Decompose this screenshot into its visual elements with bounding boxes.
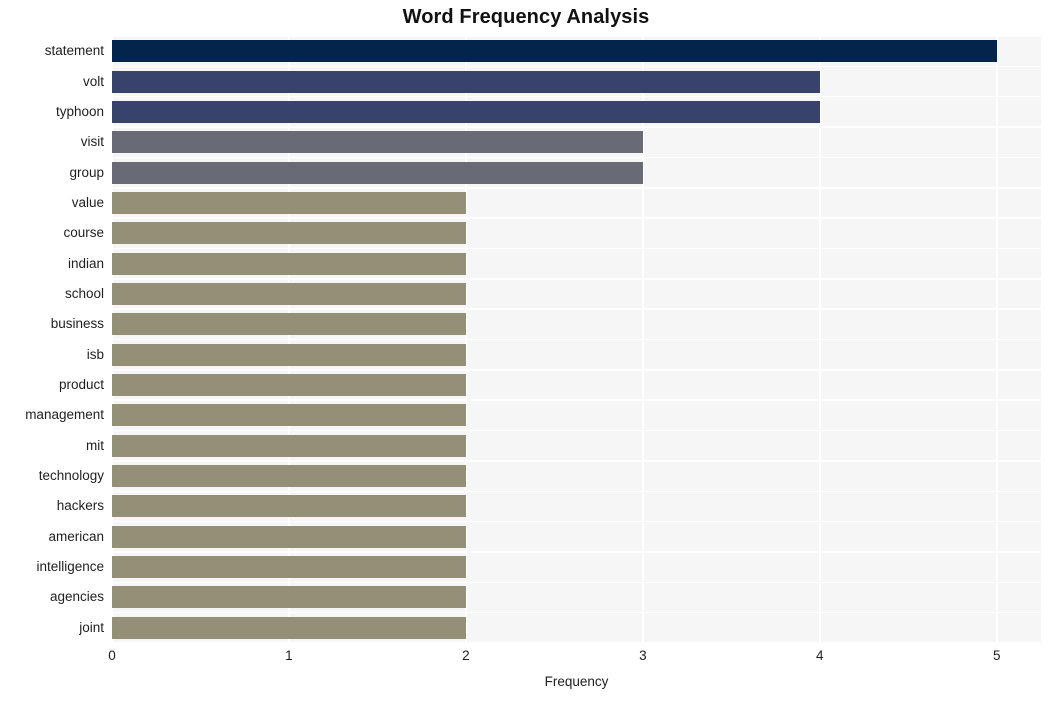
gridline-horizontal	[112, 338, 1041, 341]
bar-group[interactable]	[112, 161, 643, 184]
y-tick-label-intelligence: intelligence	[36, 559, 104, 575]
bar-isb[interactable]	[112, 343, 466, 366]
bar-school[interactable]	[112, 282, 466, 305]
bar-volt[interactable]	[112, 70, 820, 93]
plot-area	[112, 36, 1041, 643]
gridline-horizontal	[112, 551, 1041, 553]
gridline-horizontal	[112, 156, 1041, 159]
gridline-horizontal	[112, 490, 1041, 492]
gridline-horizontal	[112, 247, 1041, 250]
x-tick-label-5: 5	[992, 648, 1001, 663]
y-tick-label-school: school	[64, 285, 104, 301]
gridline-horizontal	[112, 95, 1041, 98]
gridline-horizontal	[112, 126, 1041, 128]
bar-indian[interactable]	[112, 252, 466, 275]
bar-joint[interactable]	[112, 616, 466, 639]
gridline-horizontal	[112, 520, 1041, 523]
y-tick-label-volt: volt	[82, 73, 104, 89]
y-tick-label-mit: mit	[86, 437, 104, 453]
bar-value[interactable]	[112, 191, 466, 214]
gridline-horizontal	[112, 611, 1041, 614]
y-tick-label-management: management	[25, 407, 104, 423]
gridline-horizontal	[112, 460, 1041, 462]
bar-course[interactable]	[112, 222, 466, 245]
gridline-horizontal	[112, 217, 1041, 219]
bar-visit[interactable]	[112, 131, 643, 154]
x-tick-label-3: 3	[639, 648, 647, 663]
y-tick-label-typhoon: typhoon	[55, 103, 104, 119]
gridline-horizontal	[112, 65, 1041, 68]
y-tick-label-american: american	[48, 528, 104, 544]
x-axis-title: Frequency	[544, 674, 609, 689]
y-tick-label-visit: visit	[80, 134, 104, 150]
chart-title: Word Frequency Analysis	[402, 6, 650, 28]
y-tick-label-product: product	[58, 377, 104, 393]
gridline-horizontal	[112, 429, 1041, 432]
bar-technology[interactable]	[112, 465, 466, 488]
y-tick-label-group: group	[69, 164, 104, 180]
bar-product[interactable]	[112, 374, 466, 397]
y-tick-label-hackers: hackers	[56, 498, 104, 514]
chart-figure: Word Frequency Analysis statement volt typ…	[0, 0, 1052, 701]
x-axis-tick-labels: 0 1 2 3 4 5	[0, 648, 1052, 668]
gridline-horizontal	[112, 36, 1041, 37]
gridline-horizontal	[112, 187, 1041, 189]
bar-typhoon[interactable]	[112, 100, 820, 123]
bar-mit[interactable]	[112, 434, 466, 457]
y-tick-label-isb: isb	[86, 346, 104, 362]
gridline-horizontal	[112, 581, 1041, 584]
bar-management[interactable]	[112, 404, 466, 427]
gridline-horizontal	[112, 399, 1041, 401]
x-tick-label-1: 1	[285, 648, 293, 663]
gridline-horizontal	[112, 308, 1041, 310]
x-tick-label-2: 2	[462, 648, 470, 663]
bar-american[interactable]	[112, 525, 466, 548]
y-tick-label-indian: indian	[67, 255, 104, 271]
y-tick-label-course: course	[63, 225, 104, 241]
y-tick-label-joint: joint	[79, 619, 104, 635]
y-tick-label-statement: statement	[44, 43, 104, 59]
y-axis-tick-labels: statement volt typhoon visit group value cours…	[0, 36, 104, 643]
x-tick-label-4: 4	[816, 648, 824, 663]
gridline-horizontal	[112, 369, 1041, 371]
gridline-horizontal	[112, 278, 1041, 280]
y-tick-label-business: business	[50, 316, 104, 332]
bar-agencies[interactable]	[112, 586, 466, 609]
bar-hackers[interactable]	[112, 495, 466, 518]
y-tick-label-agencies: agencies	[49, 589, 104, 605]
y-tick-label-value: value	[71, 194, 104, 210]
gridline-horizontal	[112, 642, 1041, 643]
bar-statement[interactable]	[112, 40, 997, 63]
bar-business[interactable]	[112, 313, 466, 336]
bar-intelligence[interactable]	[112, 556, 466, 579]
y-tick-label-technology: technology	[38, 468, 104, 484]
x-tick-label-0: 0	[108, 648, 116, 663]
